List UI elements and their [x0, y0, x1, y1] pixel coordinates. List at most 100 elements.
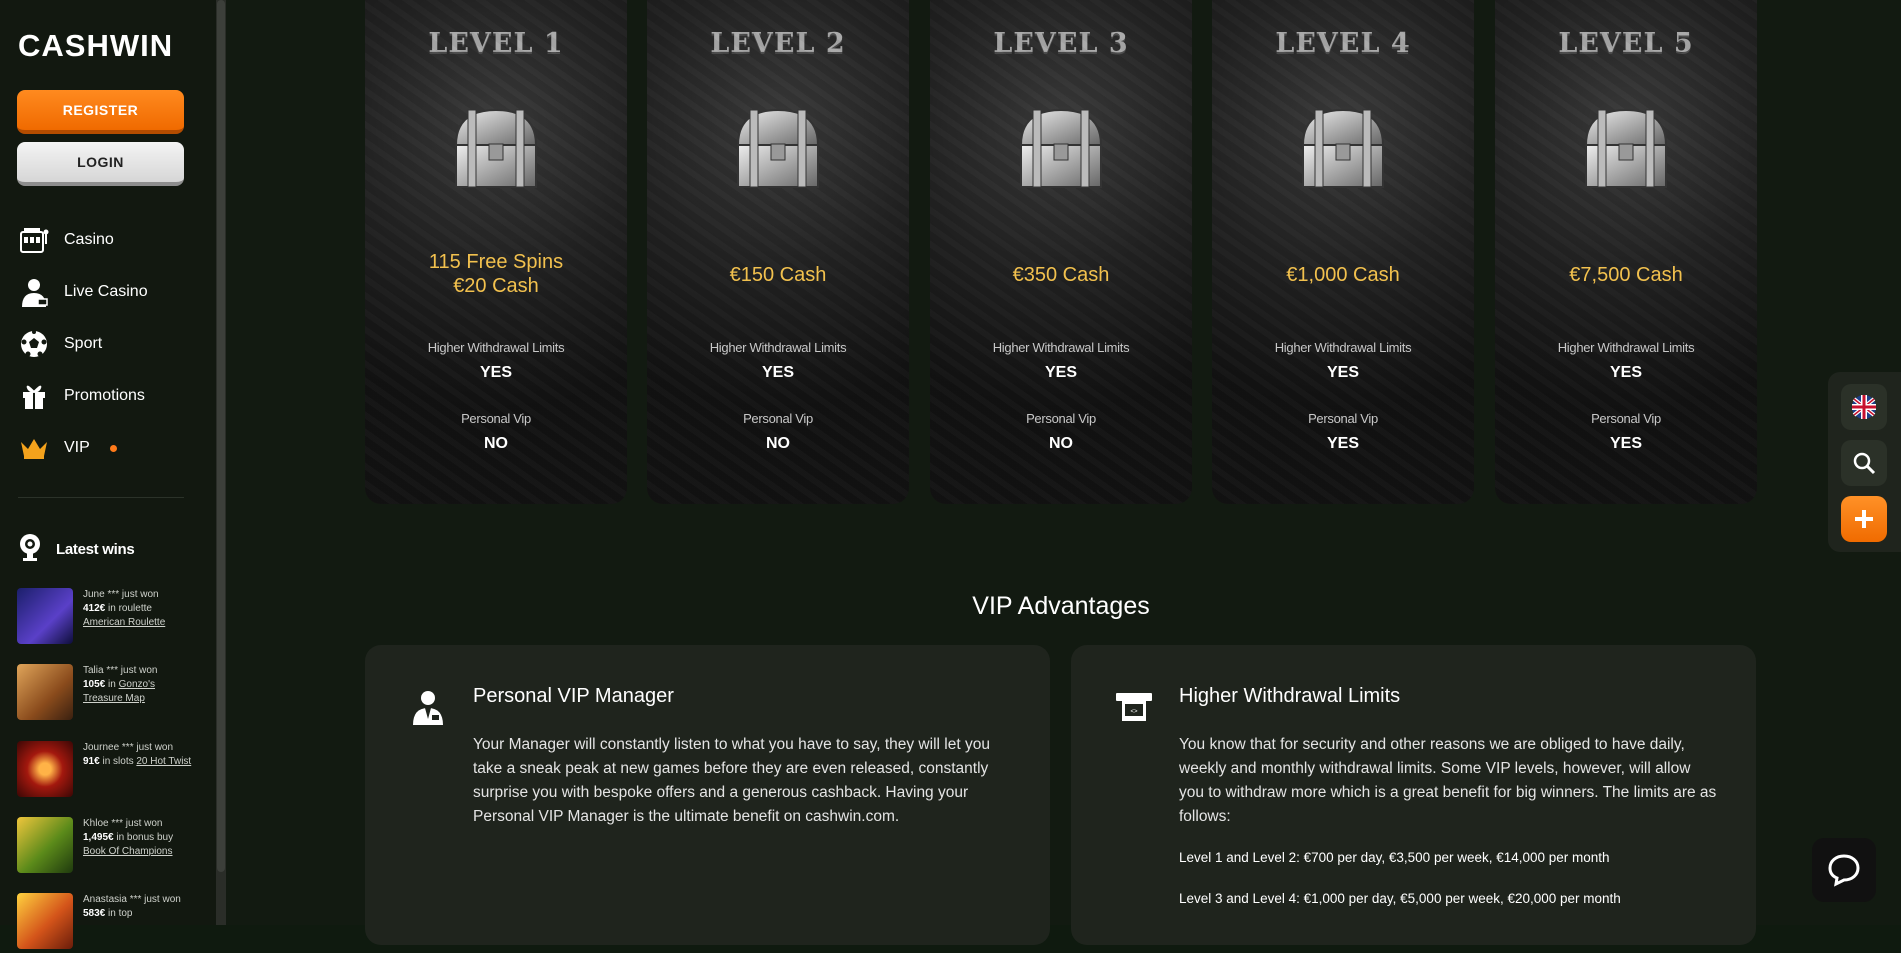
sidebar-item-label: Sport — [64, 335, 103, 352]
manager-icon — [413, 691, 443, 725]
crown-icon — [18, 432, 50, 464]
level-reward: €7,500 Cash — [1569, 264, 1683, 286]
sidebar: CASHWIN REGISTER LOGIN Casino Live Casin… — [0, 0, 216, 949]
win-game-link[interactable]: 20 Hot Twist — [136, 756, 191, 767]
win-context: in roulette — [108, 603, 152, 614]
win-context: in top — [108, 908, 133, 919]
latest-wins-title: Latest wins — [56, 540, 135, 558]
level-title: LEVEL 5 — [1558, 28, 1694, 59]
advantage-title: Personal VIP Manager — [473, 685, 674, 707]
withdrawal-icon: <> — [1116, 693, 1152, 721]
sidebar-item-promotions[interactable]: Promotions — [18, 376, 145, 416]
game-thumbnail[interactable] — [17, 664, 73, 720]
withdrawal-limits-label: Higher Withdrawal Limits — [1274, 340, 1412, 355]
level-card: LEVEL 2 €150 Cash Higher Withdrawal Limi… — [647, 0, 909, 504]
limit-line: Level 1 and Level 2: €700 per day, €3,50… — [1179, 850, 1610, 865]
personal-vip-value: YES — [1326, 435, 1359, 452]
search-button[interactable] — [1841, 440, 1887, 486]
win-amount: 91€ — [83, 756, 100, 767]
level-card: LEVEL 5 €7,500 Cash Higher Withdrawal Li… — [1495, 0, 1757, 504]
svg-text:<>: <> — [1130, 709, 1138, 715]
sidebar-divider — [18, 497, 184, 498]
latest-win-item[interactable]: Talia *** just won 105€ in Gonzo's Treasu… — [17, 664, 197, 724]
scrollbar-thumb[interactable] — [217, 0, 225, 872]
withdrawal-limits-value: YES — [1044, 364, 1077, 381]
withdrawal-limits-value: YES — [479, 364, 512, 381]
withdrawal-limits-value: YES — [1326, 364, 1359, 381]
uk-flag-icon — [1852, 395, 1876, 419]
treasure-chest-icon — [1301, 108, 1385, 188]
latest-win-item[interactable]: Khloe *** just won 1,495€ in bonus buy Boo… — [17, 817, 197, 877]
latest-win-item[interactable]: Anastasia *** just won 583€ in top — [17, 893, 197, 953]
personal-vip-label: Personal Vip — [743, 411, 813, 426]
win-context: in bonus buy — [116, 832, 174, 843]
register-button[interactable]: REGISTER — [17, 90, 184, 134]
advantage-title: Higher Withdrawal Limits — [1179, 685, 1401, 707]
search-icon — [1853, 452, 1876, 475]
level-title: LEVEL 2 — [710, 28, 846, 59]
level-reward: €1,000 Cash — [1286, 264, 1400, 286]
live-chat-button[interactable] — [1812, 838, 1876, 902]
game-thumbnail[interactable] — [17, 741, 73, 797]
latest-wins-header: Latest wins — [18, 533, 135, 565]
latest-win-item[interactable]: Journee *** just won 91€ in slots 20 Hot … — [17, 741, 197, 801]
trophy-icon — [18, 533, 42, 565]
win-context: in slots — [102, 756, 134, 767]
level-card: LEVEL 4 €1,000 Cash Higher Withdrawal Li… — [1212, 0, 1474, 504]
sidebar-scrollbar[interactable] — [216, 0, 226, 925]
advantage-card-manager: Personal VIP Manager Your Manager will c… — [365, 645, 1050, 945]
sidebar-item-label: Casino — [64, 231, 114, 248]
personal-vip-label: Personal Vip — [1308, 411, 1378, 426]
limit-line: Level 3 and Level 4: €1,000 per day, €5,… — [1179, 891, 1621, 906]
vip-notification-dot — [109, 444, 117, 452]
sidebar-item-casino[interactable]: Casino — [18, 220, 114, 260]
treasure-chest-icon — [1584, 108, 1668, 188]
level-card: LEVEL 1 115 Free Spins €20 Cash Higher W… — [365, 0, 627, 504]
sidebar-item-live-casino[interactable]: Live Casino — [18, 272, 148, 312]
personal-vip-value: NO — [766, 435, 790, 452]
add-button[interactable] — [1841, 496, 1887, 542]
level-reward: €350 Cash — [1012, 264, 1110, 286]
win-amount: 583€ — [83, 908, 106, 919]
advantage-body: Your Manager will constantly listen to w… — [473, 736, 990, 825]
game-thumbnail[interactable] — [17, 893, 73, 949]
login-button[interactable]: LOGIN — [17, 142, 184, 186]
sidebar-item-label: Live Casino — [64, 283, 148, 300]
latest-win-item[interactable]: June *** just won 412€ in roulette America… — [17, 588, 197, 648]
withdrawal-limits-label: Higher Withdrawal Limits — [1557, 340, 1695, 355]
level-title: LEVEL 3 — [993, 28, 1129, 59]
sidebar-item-sport[interactable]: Sport — [18, 324, 102, 364]
soccer-ball-icon — [18, 328, 50, 360]
chat-icon — [1828, 854, 1860, 887]
personal-vip-label: Personal Vip — [1591, 411, 1661, 426]
slot-machine-icon — [18, 224, 50, 256]
game-thumbnail[interactable] — [17, 588, 73, 644]
win-user: Anastasia *** just won — [83, 894, 181, 905]
win-game-link[interactable]: Book Of Champions — [83, 846, 173, 857]
withdrawal-limits-value: YES — [1609, 364, 1642, 381]
level-reward: €150 Cash — [729, 264, 827, 286]
sidebar-item-label: VIP — [64, 439, 90, 456]
win-amount: 1,495€ — [83, 832, 114, 843]
level-title: LEVEL 1 — [428, 28, 564, 59]
sidebar-item-vip[interactable]: VIP — [18, 428, 117, 468]
gift-icon — [18, 380, 50, 412]
cashwin-logo[interactable]: CASHWIN — [18, 28, 173, 64]
treasure-chest-icon — [1019, 108, 1103, 188]
treasure-chest-icon — [736, 108, 820, 188]
main-content: LEVEL 1 115 Free Spins €20 Cash Higher W… — [226, 0, 1901, 945]
win-amount: 105€ — [83, 679, 106, 690]
win-user: Khloe *** just won — [83, 818, 163, 829]
game-thumbnail[interactable] — [17, 817, 73, 873]
win-game-link[interactable]: American Roulette — [83, 617, 165, 628]
language-button[interactable] — [1841, 384, 1887, 430]
floating-tools — [1828, 372, 1901, 552]
win-user: Talia *** just won — [83, 665, 158, 676]
personal-vip-label: Personal Vip — [461, 411, 531, 426]
personal-vip-value: YES — [1609, 435, 1642, 452]
advantage-body: You know that for security and other rea… — [1179, 736, 1717, 825]
personal-vip-value: NO — [484, 435, 508, 452]
win-user: Journee *** just won — [83, 742, 174, 753]
level-card: LEVEL 3 €350 Cash Higher Withdrawal Limi… — [930, 0, 1192, 504]
win-amount: 412€ — [83, 603, 106, 614]
